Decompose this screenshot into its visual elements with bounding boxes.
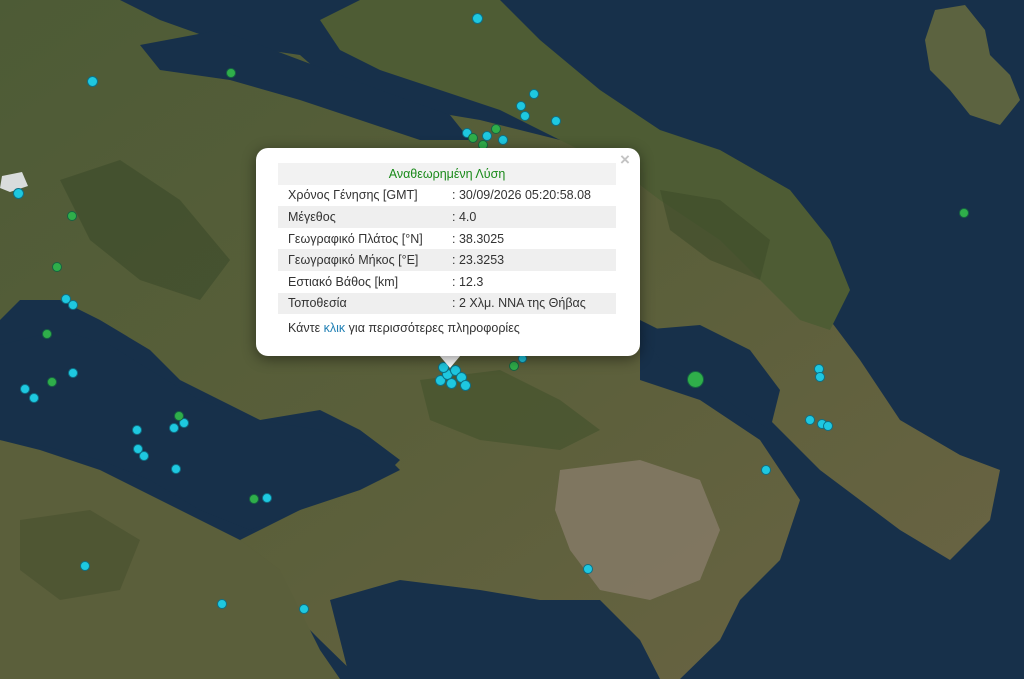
earthquake-marker[interactable]: [805, 415, 815, 425]
info-label: Μέγεθος: [278, 206, 448, 228]
earthquake-marker[interactable]: [823, 421, 833, 431]
info-value: : 4.0: [448, 206, 616, 228]
info-label: Εστιακό Βάθος [km]: [288, 274, 399, 289]
earthquake-marker[interactable]: [13, 188, 24, 199]
info-label: Χρόνος Γένησης [GMT]: [288, 188, 418, 203]
info-label: Τοποθεσία: [278, 292, 448, 315]
earthquake-marker[interactable]: [687, 371, 704, 388]
more-info-prefix: Κάντε: [288, 321, 324, 335]
earthquake-marker[interactable]: [472, 13, 483, 24]
info-row: Χρόνος Γένησης [GMT] : 30/09/2026 05:20:…: [278, 185, 616, 207]
popup-pointer: [439, 355, 461, 368]
info-row: Μέγεθος : 4.0: [278, 206, 616, 228]
info-row: Τοποθεσία : 2 Χλμ. ΝΝΑ της Θήβας: [278, 292, 616, 315]
info-row: Γεωγραφικό Μήκος [°E] : 23.3253: [278, 249, 616, 271]
earthquake-marker[interactable]: [47, 377, 57, 387]
popup-title-row: Αναθεωρημένη Λύση: [278, 163, 616, 185]
earthquake-marker[interactable]: [68, 300, 78, 310]
earthquake-marker[interactable]: [42, 329, 52, 339]
earthquake-marker[interactable]: [262, 493, 272, 503]
info-row: Γεωγραφικό Πλάτος [°N] : 38.3025: [278, 228, 616, 250]
info-value: : 12.3: [452, 274, 484, 289]
earthquake-marker[interactable]: [20, 384, 30, 394]
info-label: Γεωγραφικό Μήκος [°E]: [278, 249, 448, 271]
earthquake-marker[interactable]: [761, 465, 771, 475]
earthquake-marker[interactable]: [520, 111, 530, 121]
earthquake-marker[interactable]: [80, 561, 90, 571]
earthquake-marker[interactable]: [217, 599, 227, 609]
earthquake-marker[interactable]: [815, 372, 825, 382]
earthquake-marker[interactable]: [174, 411, 184, 421]
close-icon[interactable]: ×: [616, 151, 634, 169]
earthquake-marker[interactable]: [446, 378, 457, 389]
info-value: : 38.3025: [452, 231, 505, 246]
earthquake-marker[interactable]: [226, 68, 236, 78]
earthquake-marker[interactable]: [509, 361, 519, 371]
earthquake-marker[interactable]: [171, 464, 181, 474]
info-value: : 30/09/2026 05:20:58.08: [452, 188, 592, 203]
earthquake-marker[interactable]: [52, 262, 62, 272]
info-label: Γεωγραφικό Πλάτος [°N]: [288, 231, 423, 246]
earthquake-marker[interactable]: [498, 135, 508, 145]
info-value: : 23.3253: [448, 249, 616, 271]
earthquake-marker[interactable]: [529, 89, 539, 99]
info-value: : 2 Χλμ. ΝΝΑ της Θήβας: [448, 292, 616, 315]
event-popup: × Αναθεωρημένη Λύση Χρόνος Γένησης [GMT]…: [256, 148, 640, 356]
earthquake-marker[interactable]: [29, 393, 39, 403]
info-row: Εστιακό Βάθος [km] : 12.3: [278, 271, 616, 293]
event-info-table: Αναθεωρημένη Λύση Χρόνος Γένησης [GMT] :…: [278, 163, 616, 315]
earthquake-marker[interactable]: [959, 208, 969, 218]
earthquake-marker[interactable]: [169, 423, 179, 433]
earthquake-marker[interactable]: [87, 76, 98, 87]
earthquake-marker[interactable]: [68, 368, 78, 378]
earthquake-marker[interactable]: [299, 604, 309, 614]
popup-title: Αναθεωρημένη Λύση: [278, 163, 616, 185]
earthquake-marker[interactable]: [249, 494, 259, 504]
earthquake-marker[interactable]: [460, 380, 471, 391]
earthquake-marker[interactable]: [139, 451, 149, 461]
more-info-suffix: για περισσότερες πληροφορίες: [345, 321, 520, 335]
earthquake-marker[interactable]: [132, 425, 142, 435]
more-info-link[interactable]: κλικ: [324, 321, 346, 335]
more-info-text: Κάντε κλικ για περισσότερες πληροφορίες: [288, 321, 520, 335]
earthquake-marker[interactable]: [516, 101, 526, 111]
earthquake-marker[interactable]: [67, 211, 77, 221]
earthquake-marker[interactable]: [468, 133, 478, 143]
earthquake-marker[interactable]: [491, 124, 501, 134]
earthquake-marker[interactable]: [551, 116, 561, 126]
earthquake-marker[interactable]: [583, 564, 593, 574]
